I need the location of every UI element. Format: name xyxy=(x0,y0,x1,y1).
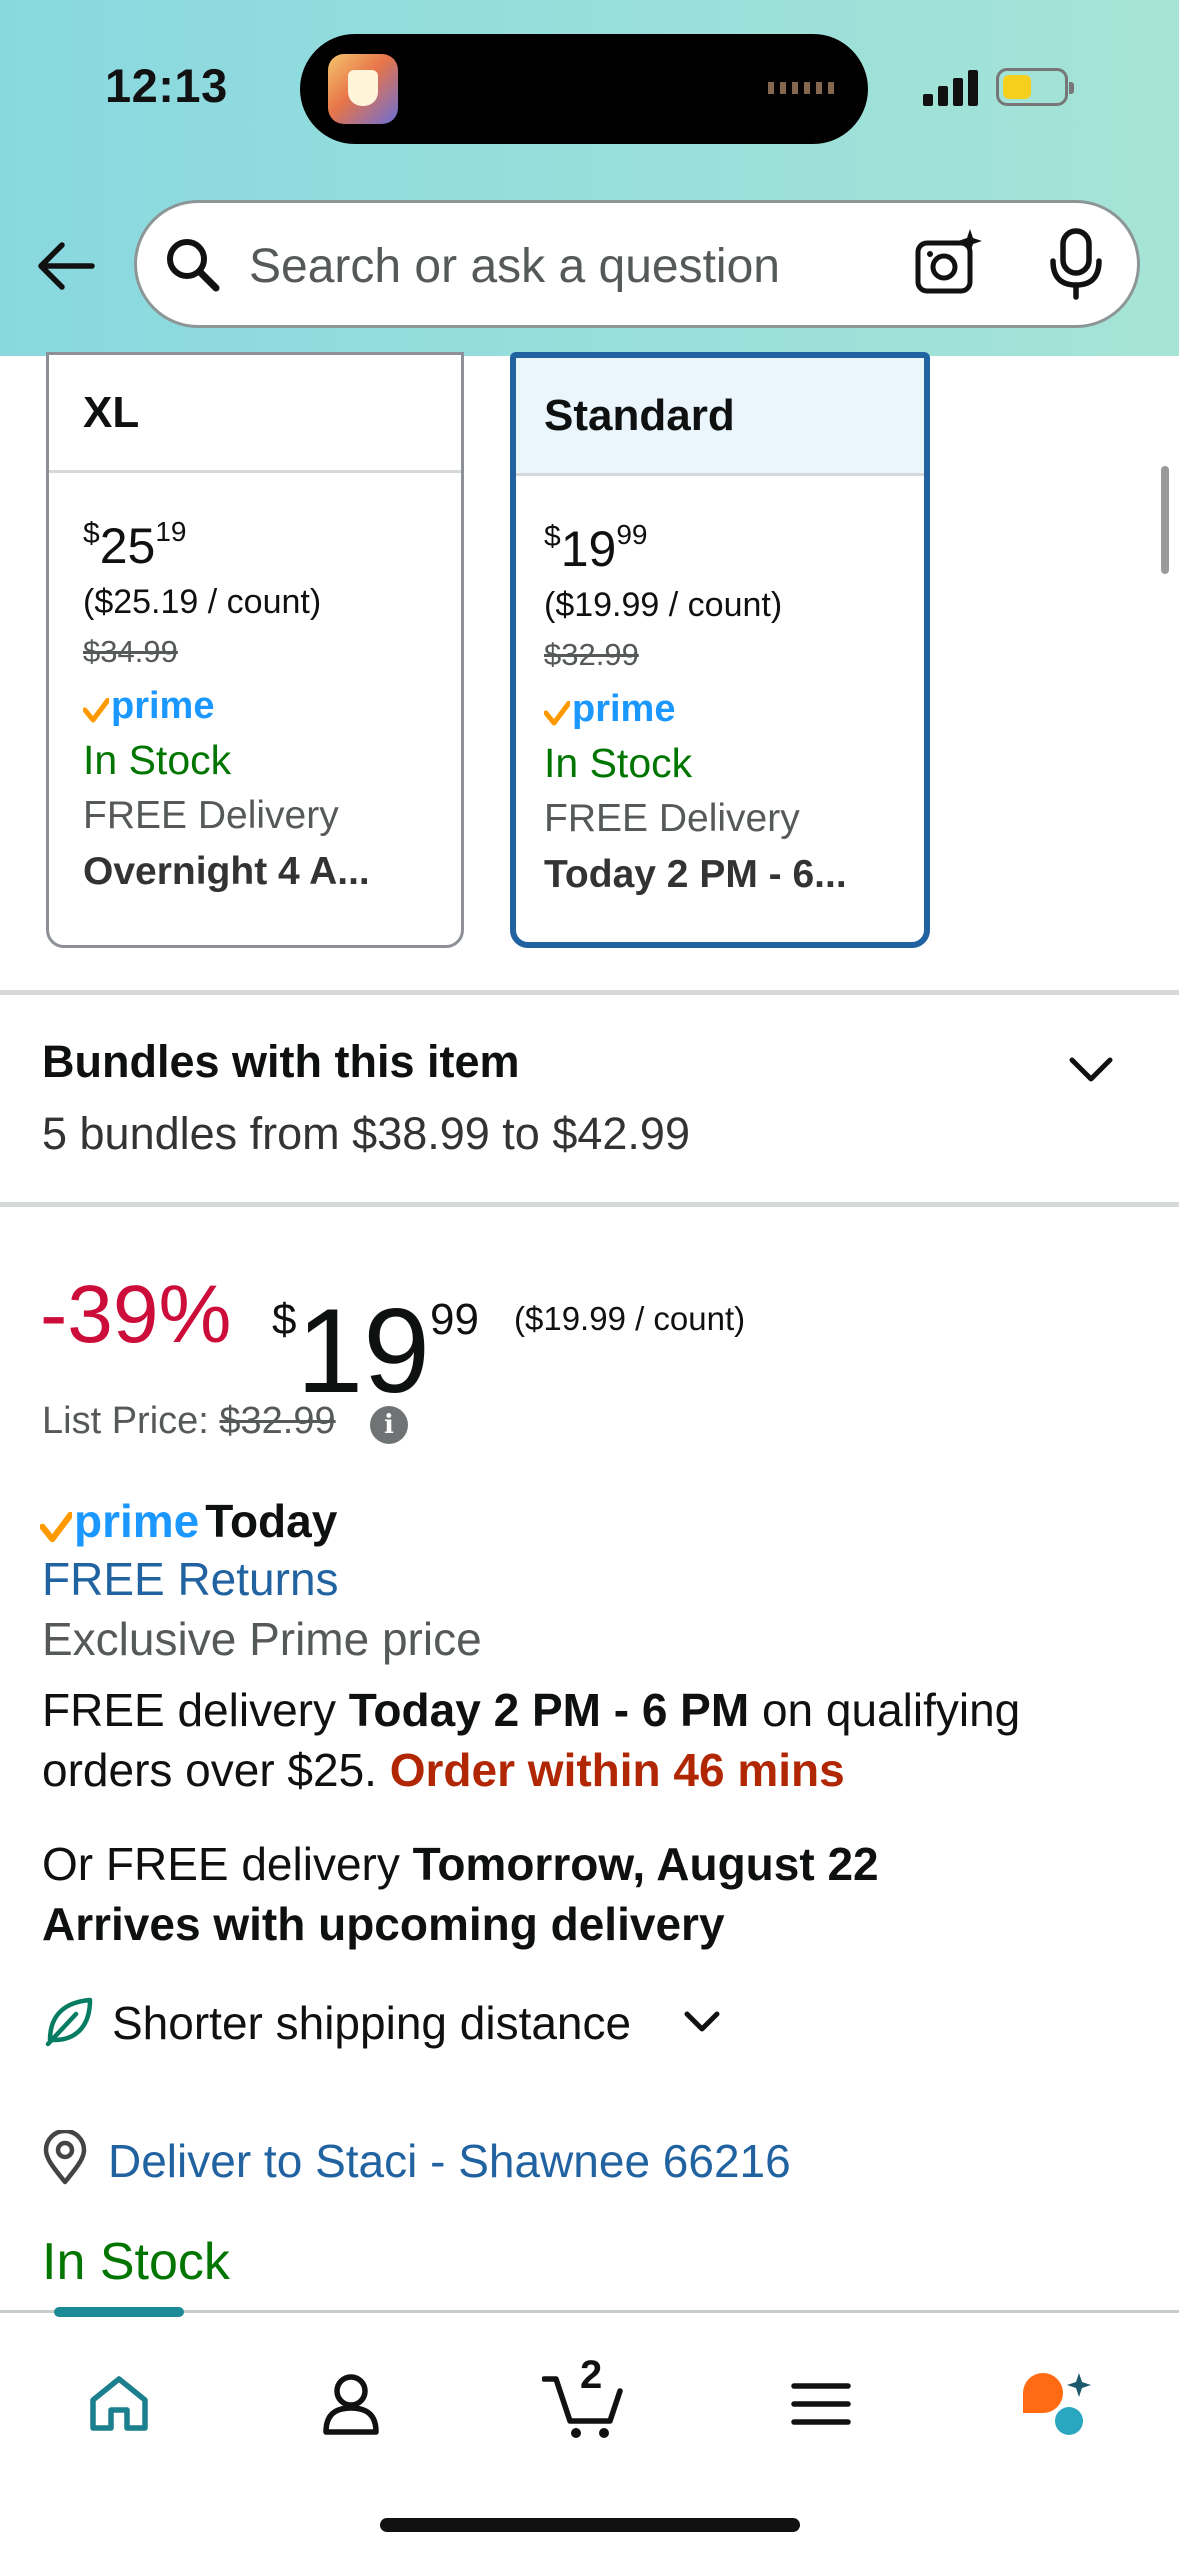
island-app-icon xyxy=(328,54,398,124)
rufus-assistant-icon xyxy=(1023,2373,1091,2435)
dynamic-island xyxy=(300,34,868,144)
home-icon xyxy=(90,2376,148,2431)
size-option-name: Standard xyxy=(516,358,924,476)
size-option-standard[interactable]: Standard $1999 ($19.99 / count) $32.99 p… xyxy=(510,352,930,948)
prime-badge: prime xyxy=(83,680,214,728)
size-option-unit-price: ($19.99 / count) xyxy=(544,586,783,624)
nav-active-indicator xyxy=(54,2307,184,2317)
account-icon xyxy=(323,2374,379,2435)
back-arrow-icon xyxy=(38,242,95,290)
bundles-title[interactable]: Bundles with this item xyxy=(42,1036,520,1088)
order-countdown: Order within 46 mins xyxy=(389,1744,845,1796)
top-header: 12:13 Search or ask a question xyxy=(0,0,1179,356)
price: $1999 xyxy=(272,1284,479,1418)
prime-check-icon xyxy=(83,698,109,723)
size-option-stock: In Stock xyxy=(544,740,693,786)
status-time: 12:13 xyxy=(105,59,228,112)
size-option-xl[interactable]: XL $2519 ($25.19 / count) $34.99 prime I… xyxy=(46,352,464,948)
back-button[interactable] xyxy=(30,230,102,302)
cart-count-badge: 2 xyxy=(580,2353,603,2397)
leaf-icon xyxy=(45,1997,93,2047)
alternate-delivery-message: Or FREE delivery Tomorrow, August 22 Arr… xyxy=(42,1838,879,1950)
home-indicator[interactable] xyxy=(380,2518,800,2532)
size-option-delivery-time: Today 2 PM - 6... xyxy=(544,853,847,896)
size-option-delivery: FREE Delivery xyxy=(83,794,339,837)
prime-badge: prime xyxy=(544,683,675,731)
cellular-signal-icon xyxy=(923,68,979,106)
search-icon xyxy=(167,239,220,292)
menu-icon xyxy=(791,2383,851,2425)
shipping-distance-toggle[interactable]: Shorter shipping distance xyxy=(112,1996,631,2050)
prime-check-icon xyxy=(544,701,570,726)
size-option-delivery: FREE Delivery xyxy=(544,797,800,840)
search-input[interactable]: Search or ask a question xyxy=(249,239,780,294)
size-option-stock: In Stock xyxy=(83,737,232,783)
exclusive-prime-price: Exclusive Prime price xyxy=(42,1613,482,1665)
nav-cart[interactable]: 2 xyxy=(542,2353,632,2449)
size-option-list-price: $34.99 xyxy=(83,634,178,669)
battery-icon xyxy=(996,68,1074,106)
bundles-subtitle: 5 bundles from $38.99 to $42.99 xyxy=(42,1108,690,1159)
page-scrollbar[interactable] xyxy=(1161,466,1169,574)
delivery-message: FREE delivery Today 2 PM - 6 PM on quali… xyxy=(42,1684,1021,1796)
location-pin-icon xyxy=(43,2130,87,2185)
size-option-unit-price: ($25.19 / count) xyxy=(83,583,322,621)
camera-search-icon[interactable] xyxy=(912,227,986,301)
size-option-price: $1999 xyxy=(544,519,648,577)
section-divider xyxy=(0,990,1179,995)
size-option-delivery-time: Overnight 4 A... xyxy=(83,850,370,893)
nav-rufus[interactable] xyxy=(1012,2359,1102,2449)
chevron-down-icon[interactable] xyxy=(1066,1048,1116,1092)
island-activity-indicator xyxy=(768,82,838,94)
size-option-list-price: $32.99 xyxy=(544,637,639,672)
nav-account[interactable] xyxy=(306,2359,396,2449)
unit-price: ($19.99 / count) xyxy=(514,1300,746,1337)
info-icon[interactable]: i xyxy=(370,1406,408,1444)
search-bar[interactable]: Search or ask a question xyxy=(134,200,1140,328)
prime-logo: prime xyxy=(40,1494,199,1548)
size-option-price: $2519 xyxy=(83,516,187,574)
prime-check-icon xyxy=(40,1512,72,1543)
prime-today-badge: prime Today xyxy=(40,1488,337,1548)
microphone-icon[interactable] xyxy=(1041,227,1111,301)
nav-menu[interactable] xyxy=(776,2359,866,2449)
list-price: List Price: $32.99 xyxy=(42,1400,336,1442)
chevron-down-icon[interactable] xyxy=(682,2004,722,2040)
section-divider xyxy=(0,1202,1179,1207)
deliver-to-link[interactable]: Deliver to Staci - Shawnee 66216 xyxy=(108,2134,791,2188)
discount-percent: -39% xyxy=(40,1269,232,1360)
nav-home[interactable] xyxy=(74,2359,164,2449)
stock-status: In Stock xyxy=(42,2233,230,2291)
size-option-name: XL xyxy=(49,355,461,473)
prime-today-label: Today xyxy=(205,1495,338,1547)
free-returns-link[interactable]: FREE Returns xyxy=(42,1552,339,1606)
